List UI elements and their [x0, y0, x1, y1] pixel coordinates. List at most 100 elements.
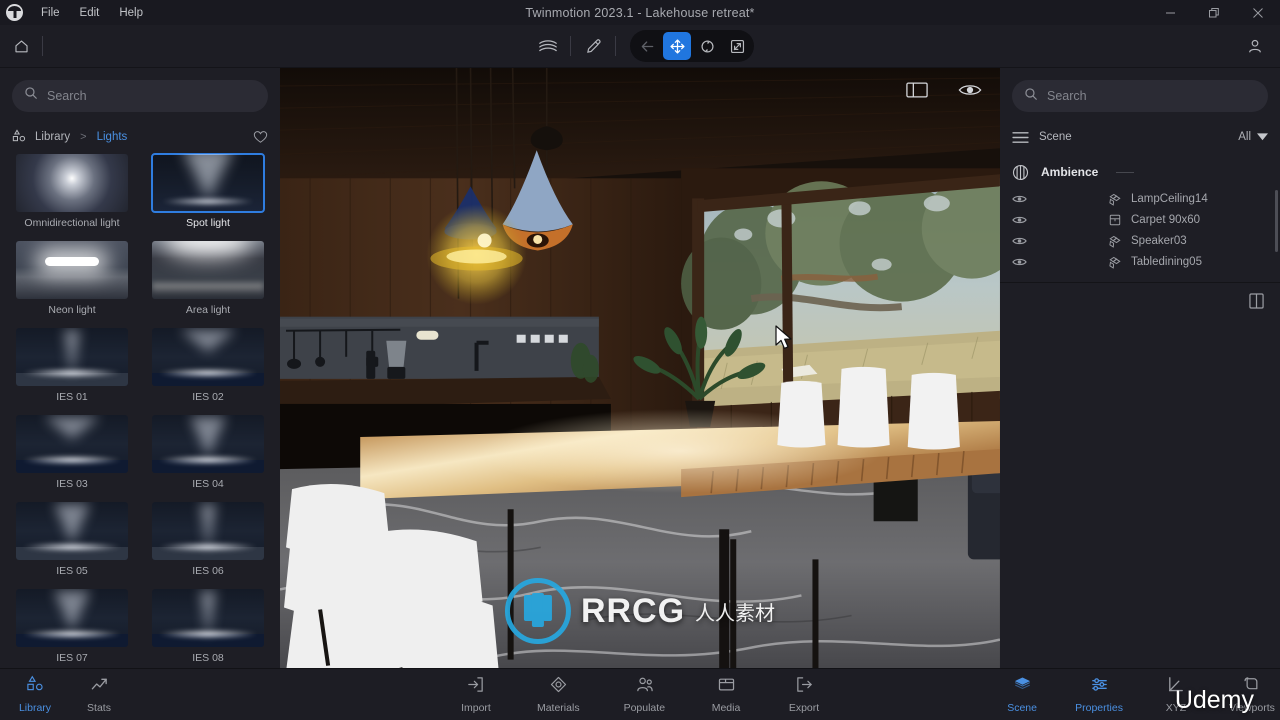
search-icon: [1024, 87, 1038, 106]
bottom-toolbar: Library Stats Import Materials Populate …: [0, 668, 1280, 720]
bottom-tab-populate[interactable]: Populate: [624, 675, 665, 714]
library-item-label: IES 04: [192, 477, 224, 490]
menu-edit[interactable]: Edit: [72, 4, 108, 22]
bottom-tab-media[interactable]: Media: [709, 675, 743, 714]
search-icon: [24, 86, 38, 105]
toolbar-center-group: [0, 30, 1280, 62]
library-item-label: IES 03: [56, 477, 88, 490]
library-item-label: IES 08: [192, 651, 224, 664]
close-icon[interactable]: [1236, 0, 1280, 25]
bottom-tab-label: Export: [788, 702, 820, 714]
library-shapes-icon: [12, 129, 27, 144]
library-item[interactable]: IES 04: [146, 414, 270, 498]
library-item-label: IES 07: [56, 651, 88, 664]
bottom-tab-materials[interactable]: Materials: [537, 675, 580, 714]
bottom-left-group: Library Stats: [0, 669, 280, 720]
chevron-down-icon: [1257, 133, 1268, 141]
library-search-input[interactable]: [47, 88, 256, 103]
library-item[interactable]: IES 05: [10, 501, 134, 585]
light-preview-thumbnail: [16, 153, 128, 212]
eye-icon[interactable]: [1012, 236, 1034, 246]
export-icon: [795, 675, 814, 699]
restore-icon[interactable]: [1192, 0, 1236, 25]
move-gizmo-icon[interactable]: [663, 32, 691, 60]
ambience-divider: [1116, 171, 1135, 173]
home-icon[interactable]: [0, 25, 42, 68]
bottom-tab-library[interactable]: Library: [18, 675, 52, 714]
light-preview-thumbnail: [16, 327, 128, 386]
library-search[interactable]: [12, 80, 268, 112]
back-arrow-icon[interactable]: [633, 32, 661, 60]
scene-search[interactable]: [1012, 80, 1268, 112]
library-item-label: Area light: [185, 303, 231, 316]
viewport-overlay-icons: [906, 82, 982, 98]
breadcrumb-root[interactable]: Library: [35, 131, 70, 143]
scene-list-item[interactable]: LampCeiling14: [1000, 188, 1280, 209]
library-item-selected[interactable]: Spot light: [146, 152, 270, 237]
eye-icon[interactable]: [1012, 215, 1034, 225]
library-item[interactable]: IES 02: [146, 327, 270, 411]
breadcrumb-separator: >: [80, 130, 87, 143]
title-bar: File Edit Help Twinmotion 2023.1 - Lakeh…: [0, 0, 1280, 25]
scene-list-item[interactable]: Carpet 90x60: [1000, 209, 1280, 230]
library-item[interactable]: IES 07: [10, 588, 134, 668]
menu-help[interactable]: Help: [111, 4, 151, 22]
bottom-tab-properties[interactable]: Properties: [1075, 675, 1123, 714]
split-panel-icon[interactable]: [1249, 293, 1264, 309]
library-item-label: Spot light: [186, 216, 230, 229]
heart-icon[interactable]: [253, 130, 268, 144]
library-item[interactable]: IES 01: [10, 327, 134, 411]
breadcrumb-current[interactable]: Lights: [97, 131, 128, 143]
library-item[interactable]: Neon light: [10, 240, 134, 324]
bottom-tab-label: Populate: [623, 702, 666, 714]
properties-icon: [1090, 675, 1109, 699]
toolbar-divider-2: [570, 36, 571, 56]
materials-icon: [549, 675, 568, 699]
library-item[interactable]: IES 06: [146, 501, 270, 585]
eye-visibility-icon[interactable]: [958, 82, 982, 98]
menu-file[interactable]: File: [33, 4, 68, 22]
library-item[interactable]: IES 03: [10, 414, 134, 498]
scene-filter-dropdown[interactable]: All: [1238, 131, 1268, 143]
layers-stack-icon[interactable]: [531, 31, 565, 61]
eyedropper-icon[interactable]: [576, 31, 610, 61]
bottom-tab-label: Materials: [536, 702, 580, 714]
scene-header: Scene All: [1000, 124, 1280, 150]
bottom-center-group: Import Materials Populate Media Export: [280, 669, 1000, 720]
bottom-tab-stats[interactable]: Stats: [82, 675, 116, 714]
eye-icon[interactable]: [1012, 194, 1034, 204]
panel-layout-icon[interactable]: [906, 82, 928, 98]
asset-object-icon: [1108, 255, 1126, 269]
scale-gizmo-icon[interactable]: [723, 32, 751, 60]
bottom-tab-scene[interactable]: Scene: [1005, 675, 1039, 714]
scene-list-scrollbar[interactable]: [1275, 190, 1278, 252]
mouse-cursor-icon: [775, 325, 795, 356]
scene-search-input[interactable]: [1047, 89, 1256, 103]
light-preview-thumbnail: [152, 240, 264, 299]
eye-icon[interactable]: [1012, 257, 1034, 267]
library-shapes-icon: [26, 675, 45, 699]
library-item[interactable]: IES 08: [146, 588, 270, 668]
bottom-tab-import[interactable]: Import: [459, 675, 493, 714]
library-item-label: IES 05: [56, 564, 88, 577]
scene-list-item[interactable]: Tabledining05: [1000, 251, 1280, 272]
user-account-icon[interactable]: [1238, 31, 1272, 61]
light-preview-thumbnail: [151, 152, 265, 213]
light-preview-thumbnail: [16, 414, 128, 473]
hamburger-icon[interactable]: [1012, 131, 1029, 144]
light-preview-thumbnail: [16, 240, 128, 299]
scene-list-item[interactable]: Speaker03: [1000, 230, 1280, 251]
scene-item-label: Speaker03: [1131, 234, 1187, 247]
library-item[interactable]: Omnidirectional light: [10, 153, 134, 237]
rotate-gizmo-icon[interactable]: [693, 32, 721, 60]
top-toolbar: [0, 25, 1280, 68]
populate-icon: [635, 675, 654, 699]
bottom-tab-label: Scene: [1007, 702, 1037, 714]
minimize-icon[interactable]: [1148, 0, 1192, 25]
3d-viewport[interactable]: RRCG 人人素材: [280, 68, 1000, 668]
light-preview-thumbnail: [152, 414, 264, 473]
ambience-sphere-icon: [1012, 164, 1029, 181]
library-item[interactable]: Area light: [146, 240, 270, 324]
ambience-row[interactable]: Ambience: [1000, 158, 1280, 186]
bottom-tab-export[interactable]: Export: [787, 675, 821, 714]
